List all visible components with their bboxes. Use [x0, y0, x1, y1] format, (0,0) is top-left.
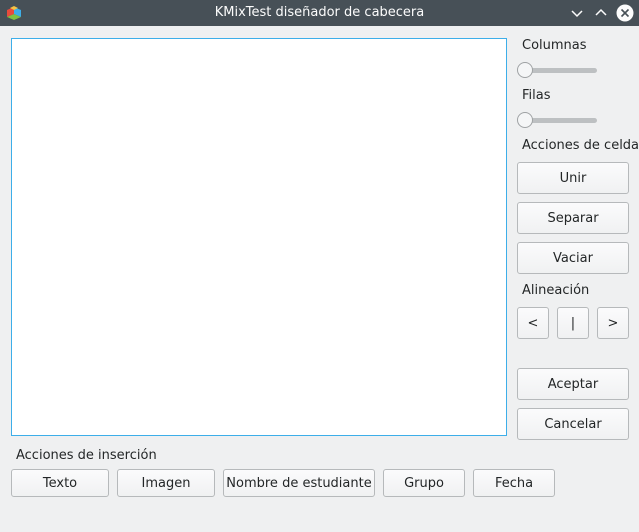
insert-image-button[interactable]: Imagen — [117, 469, 215, 497]
rows-slider-handle[interactable] — [517, 112, 533, 128]
maximize-icon[interactable] — [592, 4, 610, 22]
alignment-label: Alineación — [522, 283, 590, 298]
insert-student-name-button[interactable]: Nombre de estudiante — [223, 469, 375, 497]
align-center-button[interactable]: | — [557, 307, 589, 339]
clear-button[interactable]: Vaciar — [517, 242, 629, 274]
insert-actions-label: Acciones de inserción — [16, 448, 157, 463]
cell-actions-label: Acciones de celda — [522, 138, 639, 153]
rows-label: Filas — [522, 88, 551, 103]
insert-group-button[interactable]: Grupo — [383, 469, 465, 497]
cancel-button[interactable]: Cancelar — [517, 408, 629, 440]
window-title: KMixTest diseñador de cabecera — [214, 5, 425, 20]
columns-slider-groove — [525, 68, 597, 73]
header-design-canvas[interactable] — [11, 38, 507, 436]
columns-slider-handle[interactable] — [517, 62, 533, 78]
minimize-icon[interactable] — [568, 4, 586, 22]
columns-label: Columnas — [522, 38, 587, 53]
rows-slider[interactable] — [517, 111, 599, 131]
insert-date-button[interactable]: Fecha — [473, 469, 555, 497]
align-left-button[interactable]: < — [517, 307, 549, 339]
split-button[interactable]: Separar — [517, 202, 629, 234]
rows-slider-groove — [525, 118, 597, 123]
align-right-button[interactable]: > — [597, 307, 629, 339]
close-icon[interactable] — [616, 4, 634, 22]
insert-text-button[interactable]: Texto — [11, 469, 109, 497]
columns-slider[interactable] — [517, 61, 599, 81]
accept-button[interactable]: Aceptar — [517, 368, 629, 400]
title-bar: KMixTest diseñador de cabecera — [0, 0, 639, 26]
merge-button[interactable]: Unir — [517, 162, 629, 194]
